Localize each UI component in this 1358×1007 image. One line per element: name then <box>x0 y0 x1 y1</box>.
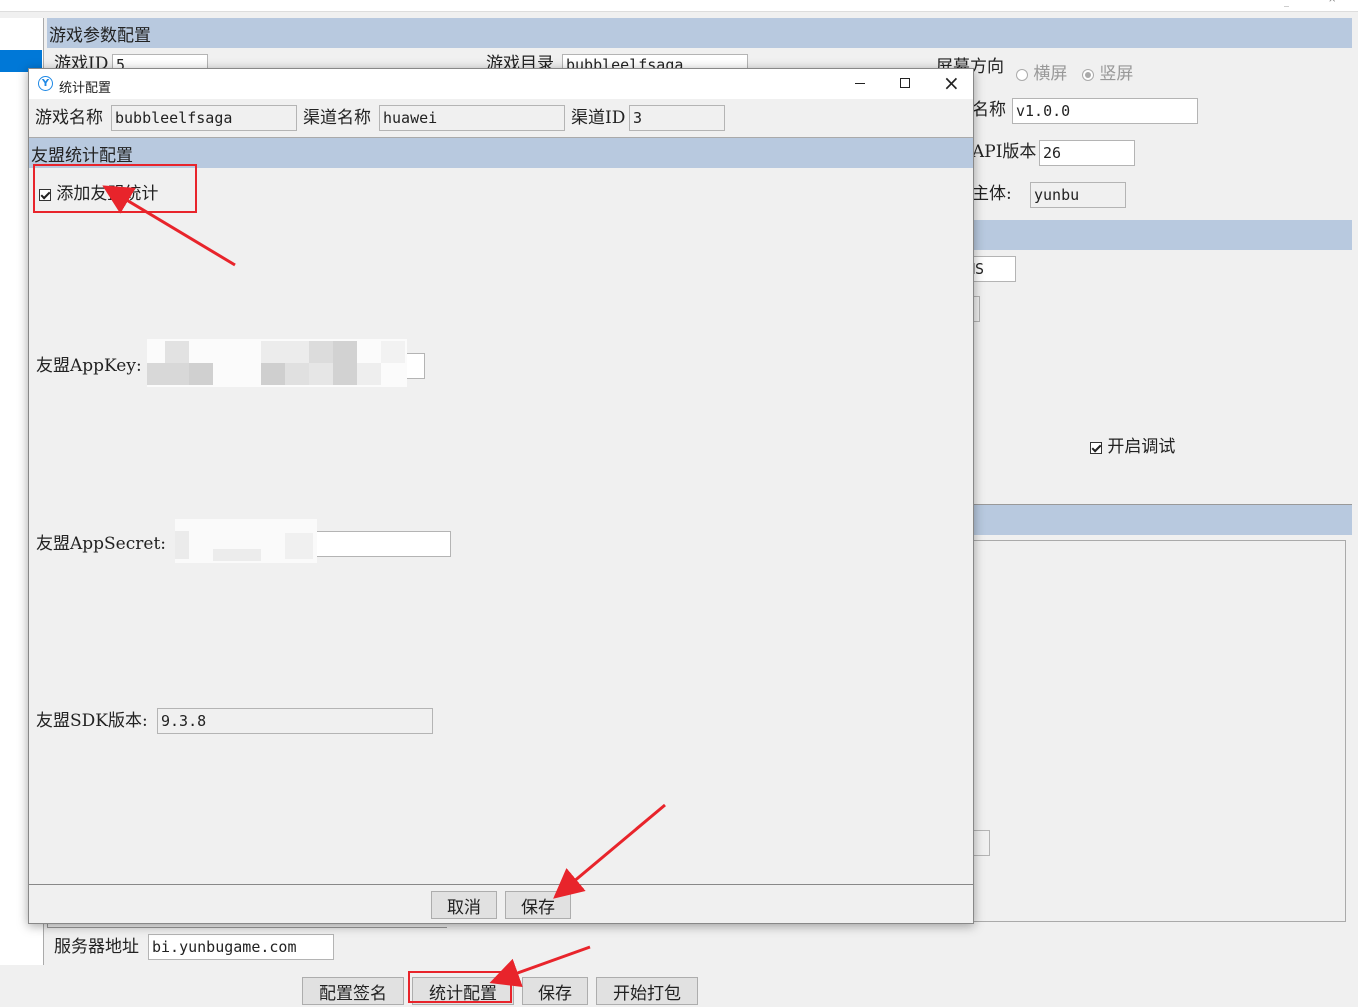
log-textarea[interactable] <box>962 540 1346 922</box>
section-game-params: 游戏参数配置 <box>47 18 1352 48</box>
debug-checkbox[interactable]: 开启调试 <box>1090 432 1175 457</box>
dialog-cancel-label: 取消 <box>447 897 481 918</box>
dialog-title: 统计配置 <box>59 81 112 96</box>
dialog-titlebar[interactable]: Y 统计配置 × <box>29 69 973 99</box>
game-name-field[interactable]: bubbleelfsaga <box>111 105 297 131</box>
channel-name-field[interactable]: huawei <box>379 105 565 131</box>
orientation-landscape-radio[interactable]: 横屏 <box>1016 59 1067 84</box>
channel-name-value: huawei <box>383 109 438 127</box>
api-field[interactable]: 26 <box>1039 140 1135 166</box>
appkey-label: 友盟AppKey: <box>36 356 142 376</box>
subject-value: yunbu <box>1034 186 1080 204</box>
game-name-label: 游戏名称 <box>35 108 103 128</box>
server-field[interactable]: bi.yunbugame.com <box>148 934 334 960</box>
start-pack-label: 开始打包 <box>613 983 681 1004</box>
close-icon[interactable]: × <box>943 71 960 95</box>
server-label: 服务器地址 <box>54 937 139 957</box>
umeng-panel: 友盟统计配置 <box>29 137 973 885</box>
dialog-save-button[interactable]: 保存 <box>505 891 571 919</box>
minimize-icon[interactable] <box>855 83 865 84</box>
debug-label: 开启调试 <box>1107 437 1176 457</box>
orientation-portrait-radio[interactable]: 竖屏 <box>1082 59 1133 84</box>
radio-portrait-icon <box>1082 68 1094 81</box>
window-controls-partial: _ × <box>1284 0 1336 7</box>
start-pack-button[interactable]: 开始打包 <box>596 977 698 1005</box>
channel-name-label: 渠道名称 <box>303 108 371 128</box>
api-value: 26 <box>1043 144 1062 162</box>
version-name-label: 名称 <box>972 100 1006 120</box>
sdk-version-field[interactable]: 9.3.8 <box>157 708 433 734</box>
section-bar-2 <box>972 220 1352 250</box>
api-label: API版本 <box>972 142 1037 162</box>
main-save-button[interactable]: 保存 <box>522 977 588 1005</box>
sdk-version-label: 友盟SDK版本: <box>36 711 148 731</box>
server-value: bi.yunbugame.com <box>152 938 297 956</box>
subject-label: 主体: <box>972 184 1012 204</box>
channel-id-value: 3 <box>633 109 643 127</box>
annotation-box-add-umeng <box>33 164 197 213</box>
orientation-landscape-label: 横屏 <box>1033 64 1068 84</box>
appsecret-redacted-pixelation <box>175 519 317 563</box>
sdk-version-value: 9.3.8 <box>161 712 207 730</box>
small-field-edge-2 <box>972 830 990 856</box>
app-logo-icon: Y <box>38 76 53 91</box>
subject-field[interactable]: yunbu <box>1030 182 1126 208</box>
annotation-box-stats-config <box>408 971 512 1003</box>
top-strip <box>0 0 1358 12</box>
version-name-field[interactable]: v1.0.0 <box>1012 98 1198 124</box>
section-bar-3 <box>972 505 1352 535</box>
umeng-section-title: 友盟统计配置 <box>31 145 133 166</box>
radio-landscape-icon <box>1016 68 1028 81</box>
version-name-value: v1.0.0 <box>1016 102 1071 120</box>
sign-config-label: 配置签名 <box>319 983 387 1004</box>
debug-check-icon <box>1090 441 1102 454</box>
maximize-icon[interactable] <box>900 78 910 88</box>
section-game-params-title: 游戏参数配置 <box>49 25 151 46</box>
game-name-value: bubbleelfsaga <box>115 109 233 127</box>
orientation-portrait-label: 竖屏 <box>1099 64 1134 84</box>
appsecret-label: 友盟AppSecret: <box>36 534 167 554</box>
dialog-save-label: 保存 <box>521 897 555 918</box>
sign-config-button[interactable]: 配置签名 <box>302 977 404 1005</box>
channel-id-label: 渠道ID <box>571 108 626 128</box>
dialog-cancel-button[interactable]: 取消 <box>431 891 497 919</box>
appkey-redacted-pixelation <box>147 339 407 387</box>
main-save-label: 保存 <box>538 983 572 1004</box>
channel-id-field[interactable]: 3 <box>629 105 725 131</box>
